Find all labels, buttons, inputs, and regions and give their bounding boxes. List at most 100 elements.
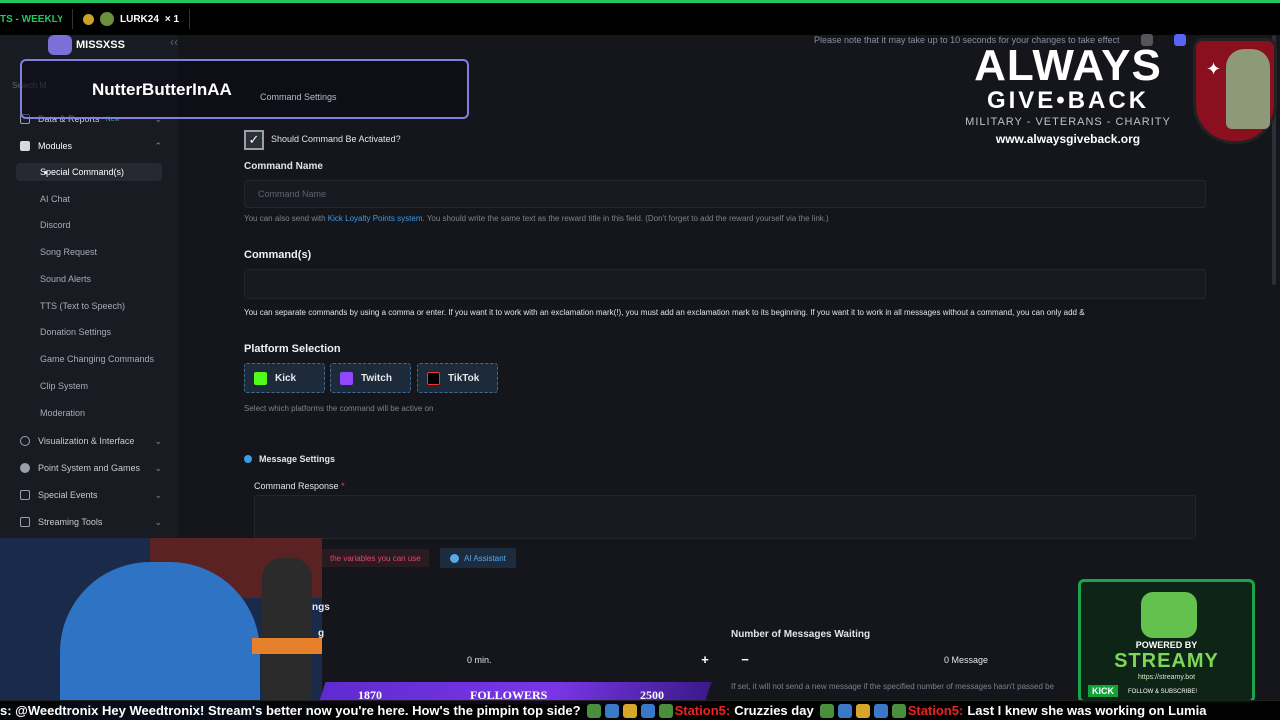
command-response-label: Command Response * (254, 481, 345, 491)
sidebar-item-point-system[interactable]: Point System and Games ⌄ (0, 459, 178, 477)
ticker-message: Cruzzies day (734, 703, 814, 718)
brand-logo-icon (48, 35, 72, 55)
username: NutterButterInAA (92, 80, 232, 99)
sidebar-subitem-ai-chat[interactable]: AI Chat (0, 190, 178, 208)
messages-waiting-label: Number of Messages Waiting (731, 629, 871, 640)
sidebar-subitem-sound-alerts[interactable]: Sound Alerts (0, 270, 178, 288)
user-avatar-icon (100, 12, 114, 26)
sidebar-item-label: Streaming Tools (38, 517, 103, 527)
ai-icon (450, 553, 459, 563)
sidebar-subitem-label: Discord (40, 220, 71, 230)
commands-label: Command(s) (244, 249, 312, 261)
powered-by-text: POWERED BY (1135, 640, 1198, 650)
tiktok-icon (427, 371, 440, 385)
decrement-button[interactable]: − (733, 650, 757, 670)
platform-twitch-button[interactable]: Twitch (330, 363, 411, 393)
sidebar-subitem-special-commands[interactable]: Special Command(s) (16, 163, 162, 181)
emote-icon (604, 703, 619, 718)
sidebar-item-modules[interactable]: Modules ⌃ (0, 137, 178, 155)
divider (189, 9, 191, 29)
activate-label: Should Command Be Activated? (271, 134, 401, 144)
divider (72, 9, 73, 29)
sidebar-subitem-moderation[interactable]: Moderation (0, 404, 178, 422)
platform-tiktok-button[interactable]: TikTok (417, 363, 498, 393)
coin-icon (83, 13, 94, 25)
palette-icon (20, 436, 30, 446)
sidebar-subitem-tts[interactable]: TTS (Text to Speech) (0, 297, 178, 315)
sidebar-subitem-discord[interactable]: Discord (0, 216, 178, 234)
emote-icon (873, 703, 888, 718)
activate-checkbox[interactable]: ✓ (244, 130, 264, 150)
lurk-count: × 1 (164, 13, 180, 25)
sidebar-item-visualization[interactable]: Visualization & Interface ⌄ (0, 432, 178, 450)
username-banner: NutterButterInAA Command Settings (20, 59, 469, 119)
sidebar-item-label: Point System and Games (38, 463, 141, 473)
logo-tagline: MILITARY - VETERANS - CHARITY (965, 116, 1171, 128)
star-icon: ✦ (1206, 59, 1222, 79)
logo-url: www.alwaysgiveback.org (995, 132, 1141, 146)
grid-icon (20, 141, 30, 151)
section-label-fragment: ngs (312, 602, 330, 613)
sidebar-subitem-label: Game Changing Commands (40, 354, 155, 364)
platform-label: Kick (275, 372, 297, 384)
ticker-username: Station5: (674, 703, 731, 718)
emote-icon (622, 703, 637, 718)
sidebar-subitem-game-changing-commands[interactable]: Game Changing Commands (0, 350, 178, 368)
sidebar-subitem-donation-settings[interactable]: Donation Settings (0, 323, 178, 341)
ticker-username: Station5: (907, 703, 964, 718)
emote-icon (640, 703, 655, 718)
soldier-shield-icon: ✦ (1193, 38, 1277, 144)
screen: TS - WEEKLY LURK24 × 1 MISSXSS ‹‹ Search… (0, 0, 1280, 720)
sidebar-item-label: Modules (38, 141, 73, 151)
light-strip (252, 638, 322, 654)
emote-icon (837, 703, 852, 718)
chat-ticker: s: @Weedtronix Hey Weedtronix! Stream's … (0, 700, 1280, 720)
platform-label: Twitch (361, 372, 392, 384)
lurk-counter: LURK24 × 1 (83, 12, 179, 26)
ai-assistant-button[interactable]: AI Assistant (440, 548, 516, 568)
chevron-up-icon: ⌃ (154, 140, 162, 151)
kick-loyalty-link[interactable]: Kick Loyalty Points system (328, 214, 423, 223)
platform-label: TikTok (448, 372, 480, 384)
robot-icon (1141, 592, 1197, 638)
kick-icon (254, 371, 267, 385)
commands-help: You can separate commands by using a com… (244, 308, 1085, 317)
chevron-down-icon: ⌄ (154, 462, 162, 473)
ticker-message: Last I knew she was working on Lumia (967, 703, 1207, 718)
help-text: . You should write the same text as the … (422, 214, 829, 223)
weekly-label: TS - WEEKLY (0, 13, 62, 25)
min-value: 0 min. (467, 655, 492, 665)
ticker-message: s: @Weedtronix Hey Weedtronix! Stream's … (0, 703, 581, 718)
sidebar-item-streaming-tools[interactable]: Streaming Tools ⌄ (0, 513, 178, 531)
platform-help: Select which platforms the command will … (244, 404, 434, 413)
sidebar-item-special-events[interactable]: Special Events ⌄ (0, 486, 178, 504)
streamy-name: STREAMY (1114, 650, 1219, 672)
brand[interactable]: MISSXSS (48, 35, 125, 55)
sidebar-subitem-clip-system[interactable]: Clip System (0, 377, 178, 395)
tools-icon (20, 517, 30, 527)
emote-icon (891, 703, 906, 718)
emote-icon (658, 703, 673, 718)
command-response-input[interactable] (254, 495, 1196, 539)
gamepad-icon (20, 463, 30, 473)
sidebar-subitem-label: Moderation (40, 408, 86, 418)
sidebar-item-label: Visualization & Interface (38, 436, 135, 446)
sidebar-subitem-song-request[interactable]: Song Request (0, 243, 178, 261)
ai-assistant-label: AI Assistant (464, 553, 506, 563)
variables-button[interactable]: the variables you can use (322, 549, 429, 567)
message-value: 0 Message (944, 655, 989, 665)
logo-line2: GIVE•BACK (986, 87, 1150, 114)
commands-input[interactable] (244, 269, 1206, 299)
twitch-icon (340, 371, 353, 385)
message-icon (244, 455, 252, 463)
command-name-input[interactable]: Command Name (244, 180, 1206, 208)
kick-badge: KICK (1088, 685, 1118, 697)
increment-button[interactable]: + (693, 650, 717, 670)
chevron-down-icon: ⌄ (154, 435, 162, 446)
sidebar-subitem-label: Clip System (40, 381, 89, 391)
sidebar-subitem-label: AI Chat (40, 194, 71, 204)
webcam-feed (0, 538, 322, 720)
lurk-label: LURK24 (120, 13, 159, 25)
platform-kick-button[interactable]: Kick (244, 363, 325, 393)
collapse-sidebar-icon[interactable]: ‹‹ (170, 35, 178, 49)
